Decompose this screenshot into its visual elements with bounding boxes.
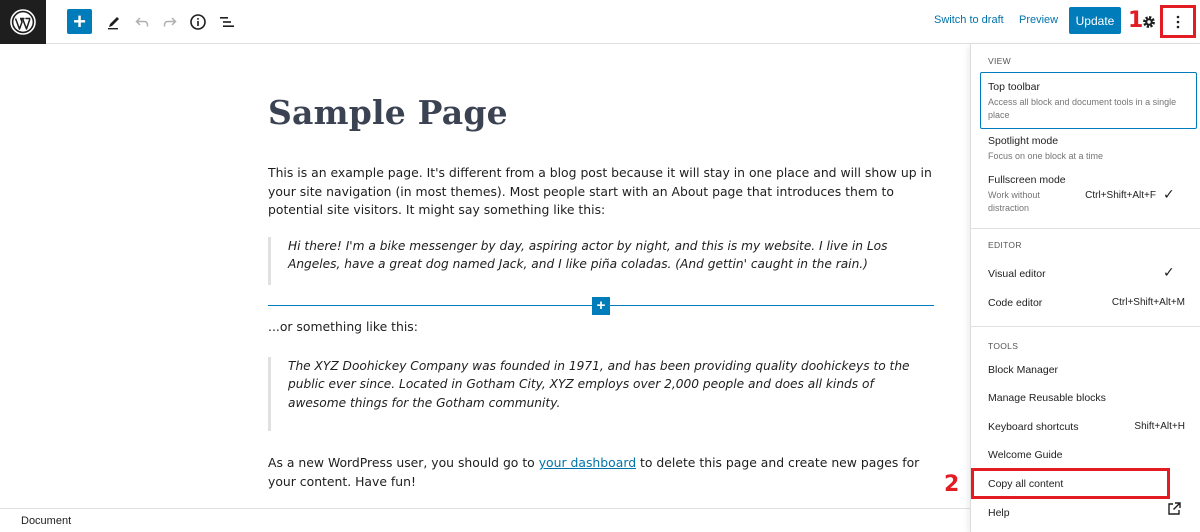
paragraph-block[interactable]: As a new WordPress user, you should go t… [268,454,938,491]
add-block-button[interactable]: + [67,9,92,34]
gear-icon [1143,16,1155,28]
menu-item-label: Fullscreen mode [988,174,1066,186]
menu-separator [971,228,1200,229]
switch-to-draft-button[interactable]: Switch to draft [934,14,1004,26]
details-button[interactable] [188,0,208,44]
tools-button[interactable] [104,0,124,44]
paragraph-text: As a new WordPress user, you should go t… [268,455,539,470]
shortcut-label: Ctrl+Shift+Alt+F [1085,190,1156,201]
menu-item-label: Top toolbar [988,81,1040,93]
menu-item-block-manager[interactable]: Block Manager [988,364,1193,376]
menu-item-label: Help [988,507,1010,519]
menu-item-label: Block Manager [988,364,1059,376]
update-button[interactable]: Update [1069,7,1121,34]
shortcut-label: Ctrl+Shift+Alt+M [1111,297,1185,308]
annotation-box-copy-all [971,468,1170,499]
wordpress-logo-button[interactable] [0,0,46,44]
options-dropdown-menu: VIEW Top toolbar Access all block and do… [970,44,1200,532]
pencil-icon [108,17,119,30]
preview-button[interactable]: Preview [1019,14,1058,26]
shortcut-label: Shift+Alt+H [1134,421,1185,432]
undo-icon [135,17,149,27]
paragraph-block[interactable]: This is an example page. It's different … [268,164,938,220]
menu-item-help[interactable]: Help [988,507,1193,519]
redo-button[interactable] [160,0,180,44]
menu-item-label: Spotlight mode [988,135,1059,147]
dashboard-link[interactable]: your dashboard [539,455,636,470]
tools-section-label: TOOLS [988,341,1019,351]
quote-block[interactable]: Hi there! I'm a bike messenger by day, a… [268,237,933,285]
quote-block[interactable]: The XYZ Doohickey Company was founded in… [268,357,933,431]
editor-section-label: EDITOR [988,240,1022,250]
more-vertical-icon [1176,15,1180,29]
menu-item-top-toolbar[interactable]: Top toolbar Access all block and documen… [988,81,1193,122]
page-title[interactable]: Sample Page [268,93,508,132]
editor-canvas: Sample Page This is an example page. It'… [0,45,970,508]
breadcrumb-document[interactable]: Document [21,515,71,527]
info-icon [190,14,206,30]
external-link-icon [1168,502,1181,515]
settings-button[interactable] [1140,0,1158,44]
checkmark-icon: ✓ [1163,264,1175,280]
undo-button[interactable] [132,0,152,44]
paragraph-block[interactable]: ...or something like this: [268,318,938,337]
menu-item-label: Manage Reusable blocks [988,392,1106,404]
redo-icon [163,17,177,27]
menu-item-manage-reusable-blocks[interactable]: Manage Reusable blocks [988,392,1193,404]
menu-separator [971,326,1200,327]
block-breadcrumb-bar: Document [0,508,970,532]
block-inserter-button[interactable]: + [592,297,610,315]
annotation-marker-2: 2 [944,472,960,497]
list-view-button[interactable] [216,0,238,44]
menu-item-description: Work without distraction [988,190,1040,213]
menu-item-spotlight-mode[interactable]: Spotlight mode Focus on one block at a t… [988,135,1193,163]
menu-item-label: Welcome Guide [988,449,1063,461]
menu-item-description: Focus on one block at a time [988,151,1104,161]
checkmark-icon: ✓ [1163,186,1175,202]
list-view-icon [220,17,234,27]
editor-header: + Switch to draft Preview Update 1 [0,0,1200,44]
view-section-label: VIEW [988,56,1011,66]
menu-item-description: Access all block and document tools in a… [988,97,1177,120]
options-menu-button[interactable] [1163,0,1193,44]
wordpress-icon [10,9,36,35]
menu-item-welcome-guide[interactable]: Welcome Guide [988,449,1193,461]
